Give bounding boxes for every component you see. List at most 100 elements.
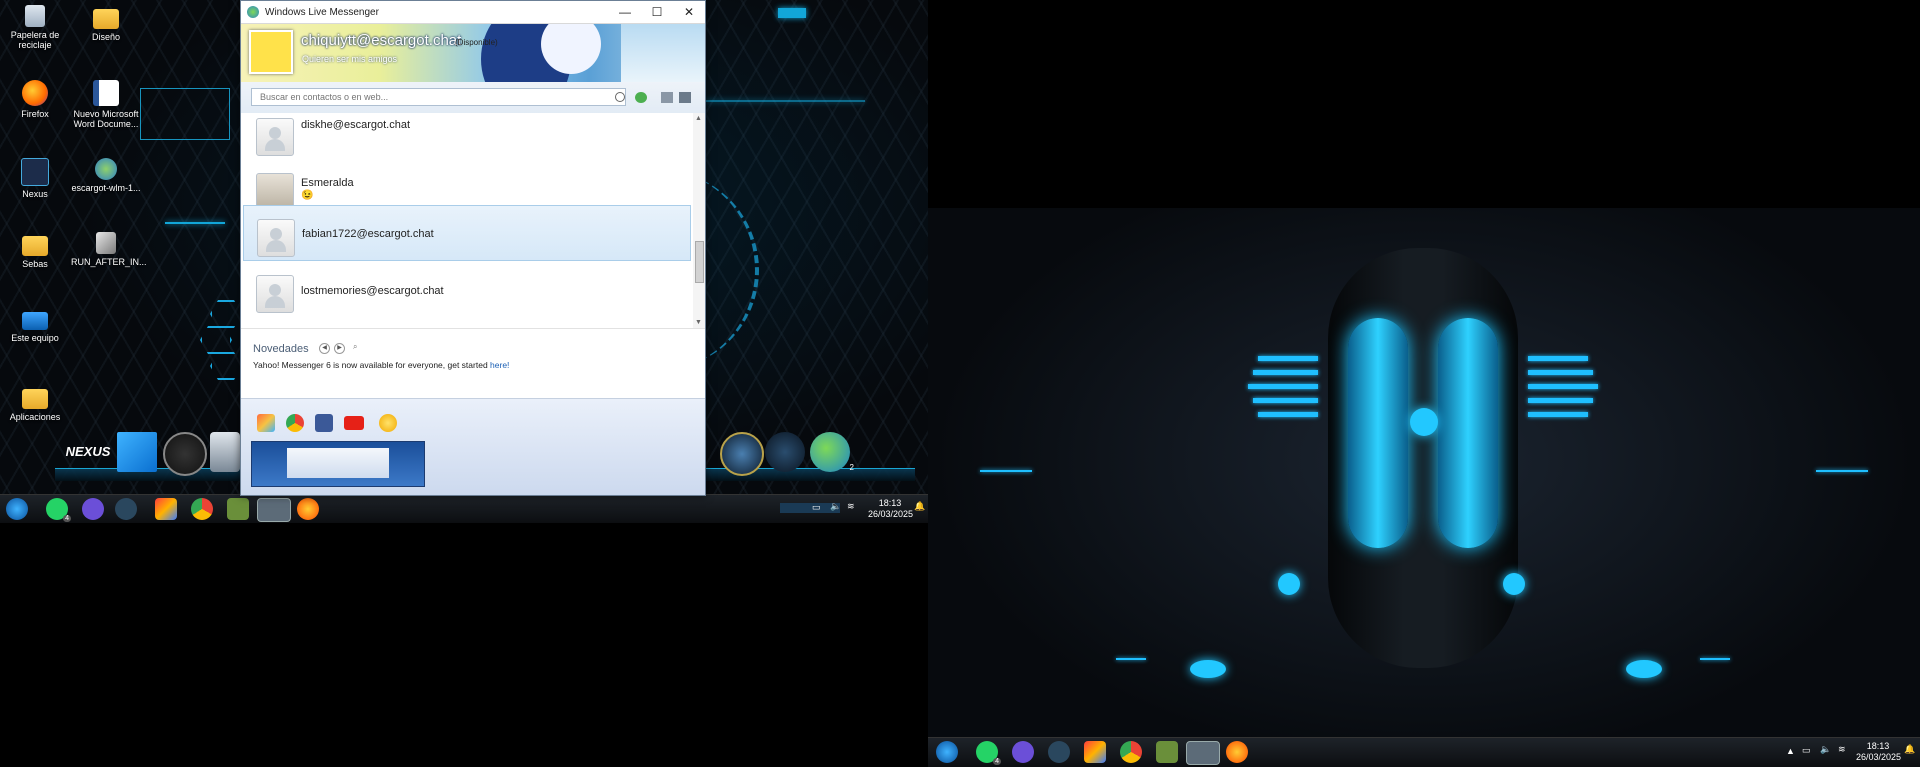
wallpaper-pod (1348, 318, 1408, 548)
profile-status[interactable]: (Disponible) (455, 38, 498, 47)
whatsapp-icon[interactable]: 4 (46, 498, 71, 522)
windows-logo-icon[interactable] (117, 432, 157, 472)
notification-badge: 4 (63, 515, 71, 522)
header-city (621, 24, 705, 82)
news-panel: Novedades ◀ ▶ ⌕ Yahoo! Messenger 6 is no… (241, 328, 705, 399)
chrome-icon[interactable] (191, 498, 213, 520)
desktop-icon-run-after[interactable]: RUN_AFTER_IN... (71, 232, 147, 267)
desktop-icon-label: Nexus (22, 189, 48, 199)
news-link[interactable]: here! (490, 360, 509, 370)
scroll-up-icon[interactable]: ▲ (695, 115, 702, 122)
news-next-icon[interactable]: ▶ (334, 343, 345, 354)
steam-icon[interactable] (115, 498, 137, 520)
news-prev-icon[interactable]: ◀ (319, 343, 330, 354)
trash-icon[interactable] (210, 432, 240, 472)
contact-name: fabian1722@escargot.chat (302, 228, 434, 240)
recycle-bin-icon (25, 5, 45, 27)
affinity-icon[interactable] (155, 498, 177, 520)
desktop-icon-this-pc[interactable]: Este equipo (0, 308, 70, 343)
messenger-taskbar-icon[interactable] (257, 498, 291, 522)
contact-row-selected[interactable]: fabian1722@escargot.chat (243, 205, 691, 261)
globe-icon[interactable] (720, 432, 764, 476)
desktop-icon-label: Papelera de reciclaje (10, 30, 60, 50)
scroll-down-icon[interactable]: ▼ (695, 319, 702, 326)
dock-nexus-logo[interactable]: NEXUS (63, 432, 113, 472)
wallpaper-stripe (1258, 412, 1318, 417)
whatsapp-icon[interactable]: 4 (976, 741, 1001, 765)
c-app-icon[interactable] (82, 498, 104, 520)
battery-icon[interactable]: ▭ (812, 502, 821, 513)
firefox-icon (22, 80, 48, 106)
scroll-thumb[interactable] (695, 241, 704, 283)
escargot-c-icon[interactable] (286, 414, 304, 432)
search-icon[interactable] (615, 92, 625, 102)
steam-icon[interactable] (1048, 741, 1070, 763)
desktop-icon-word-doc[interactable]: Nuevo Microsoft Word Docume... (71, 80, 141, 129)
close-button[interactable]: ✕ (673, 1, 705, 23)
news-search-icon[interactable]: ⌕ (353, 342, 357, 352)
desktop-icon-sebas[interactable]: Sebas (0, 232, 70, 269)
minecraft-icon[interactable] (227, 498, 249, 520)
tray-clock[interactable]: 18:13 26/03/2025 (1856, 741, 1902, 763)
tray-date: 26/03/2025 (1856, 752, 1902, 762)
tray-chevron-icon[interactable]: ▲ (1786, 746, 1795, 756)
minimize-button[interactable]: — (609, 1, 641, 23)
youtube-icon[interactable] (344, 416, 364, 430)
firefox-icon[interactable] (297, 498, 319, 520)
minecraft-icon[interactable] (1156, 741, 1178, 763)
desktop-icon-aplicaciones[interactable]: Aplicaciones (0, 385, 70, 422)
wallpaper-dash (980, 470, 1032, 472)
steam-icon[interactable] (765, 432, 805, 472)
desktop-icon-recycle-bin[interactable]: Papelera de reciclaje (0, 5, 70, 50)
sun-icon[interactable] (379, 414, 397, 432)
desktop-icon-firefox[interactable]: Firefox (0, 80, 70, 119)
contact-avatar (256, 118, 294, 156)
notification-badge: 4 (993, 758, 1001, 765)
display-picture[interactable] (249, 30, 293, 74)
msn-butterfly-icon[interactable] (257, 414, 275, 432)
contact-name: Esmeralda (301, 177, 354, 189)
desktop-icon-escargot[interactable]: escargot-wlm-1... (71, 158, 141, 193)
folder-icon (93, 9, 119, 29)
c-app-icon[interactable] (1012, 741, 1034, 763)
clock-icon[interactable] (163, 432, 207, 476)
profile-email[interactable]: chiquiytt@escargot.chat (301, 32, 461, 49)
tray-clock[interactable]: 18:13 26/03/2025 (868, 498, 914, 520)
window-titlebar[interactable]: Windows Live Messenger — ☐ ✕ (241, 1, 705, 24)
affinity-icon[interactable] (1084, 741, 1106, 763)
wallpaper-stripe (1528, 356, 1588, 361)
wallpaper-stripe (1528, 412, 1588, 417)
ad-banner[interactable] (251, 441, 425, 487)
volume-icon[interactable]: 🔈 (830, 501, 841, 512)
start-button[interactable] (6, 498, 28, 520)
news-body: Yahoo! Messenger 6 is now available for … (253, 360, 491, 370)
tray-date: 26/03/2025 (868, 509, 914, 519)
firefox-icon[interactable] (1226, 741, 1248, 763)
wifi-icon[interactable]: ≋ (847, 501, 855, 512)
add-contact-icon[interactable] (635, 92, 647, 103)
contact-row[interactable]: lostmemories@escargot.chat (243, 262, 691, 318)
layout-icon[interactable] (661, 92, 673, 103)
desktop-icon-nexus[interactable]: Nexus (0, 158, 70, 199)
notifications-icon[interactable]: 🔔 (914, 501, 925, 512)
desktop-icon-diseno[interactable]: Diseño (71, 5, 141, 42)
messenger-taskbar-icon[interactable] (1186, 741, 1220, 765)
wifi-icon[interactable]: ≋ (1838, 744, 1846, 755)
contact-list-scrollbar[interactable]: ▲ ▼ (693, 113, 705, 328)
facebook-icon[interactable] (315, 414, 333, 432)
wallpaper-stripe (1528, 384, 1598, 389)
chrome-icon[interactable] (1120, 741, 1142, 763)
start-button[interactable] (936, 741, 958, 763)
menu-icon[interactable] (679, 92, 691, 103)
desktop-icon-label: Diseño (91, 32, 120, 42)
wallpaper-dash (1700, 658, 1730, 660)
battery-icon[interactable]: ▭ (1802, 745, 1811, 756)
wallpaper-stripe (1528, 398, 1593, 403)
notifications-icon[interactable]: 🔔 (1904, 744, 1915, 755)
contact-search-input[interactable] (251, 88, 626, 106)
contact-row[interactable]: diskhe@escargot.chat (243, 113, 691, 161)
personal-message[interactable]: Quieren ser mis amigos (302, 54, 397, 64)
volume-icon[interactable]: 🔈 (1820, 744, 1831, 755)
messenger-icon[interactable]: 2 (810, 432, 854, 472)
maximize-button[interactable]: ☐ (641, 1, 673, 23)
